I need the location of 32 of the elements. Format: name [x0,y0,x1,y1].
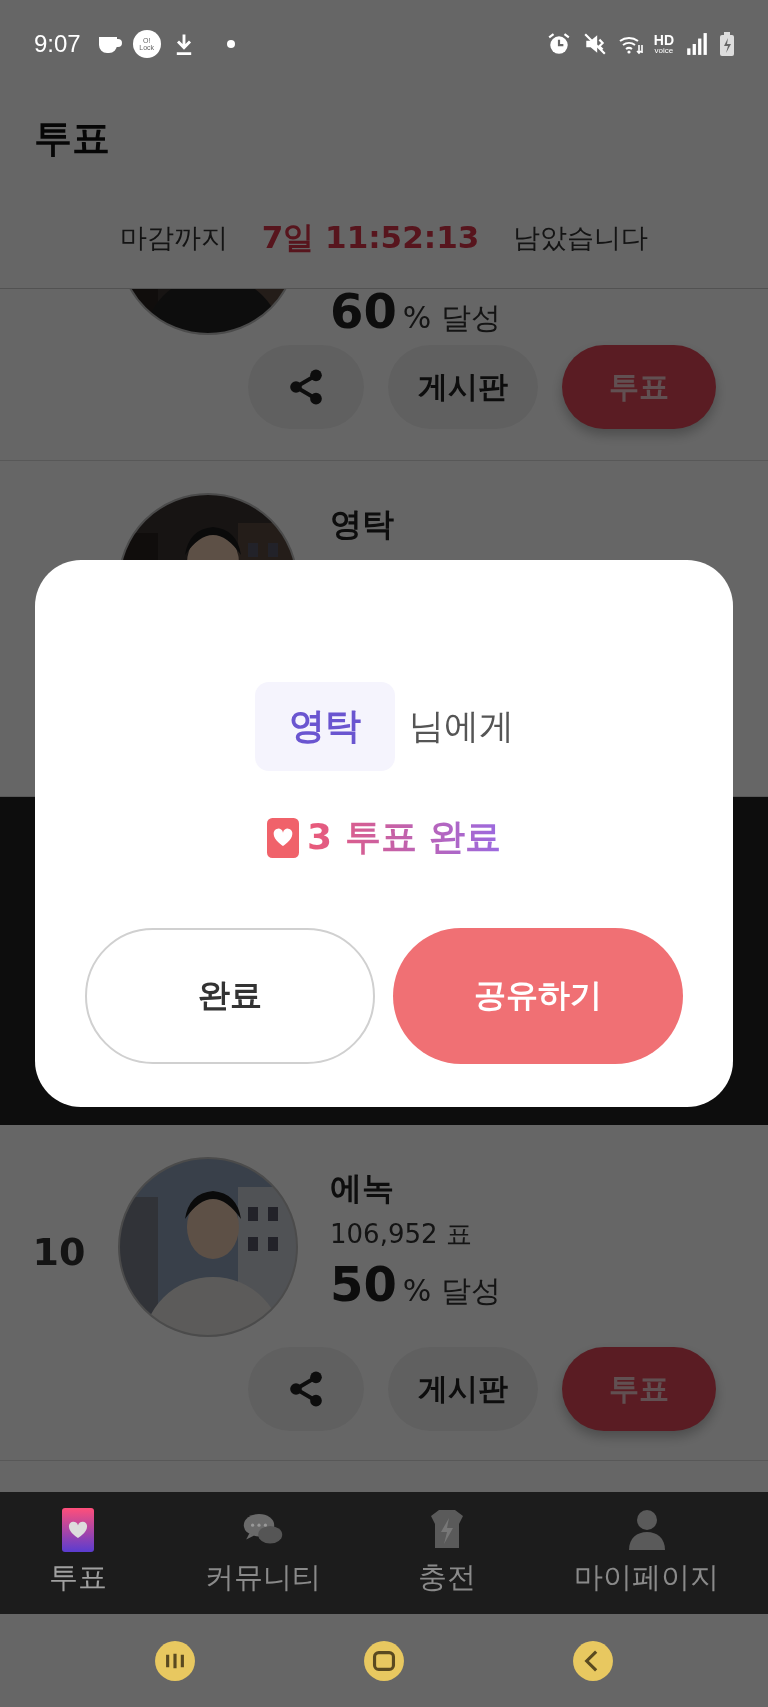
battery-charging-icon [720,32,734,56]
heart-card-icon [266,817,299,858]
share-button[interactable]: 공유하기 [393,928,683,1064]
board-button[interactable]: 게시판 [388,345,538,429]
recipient-suffix: 님에게 [408,705,514,748]
countdown-label: 남았습니다 [513,221,649,255]
nav-tab[interactable]: 투표 [40,1508,115,1598]
countdown-label: 마감까지 [119,221,228,255]
achievement-label: % 달성 [402,299,501,337]
notification-dot-icon [226,40,235,48]
achievement-percent: 50 [330,1256,397,1312]
candidate-name: 영탁 [330,504,395,545]
board-button[interactable]: 게시판 [388,1347,538,1431]
person-icon [626,1508,667,1552]
rank-number: 10 [32,1230,86,1274]
recipient-name: 영탁 [254,682,395,771]
hd-voice-indicator: HD voice [653,33,674,55]
done-button[interactable]: 완료 [85,928,375,1064]
countdown-time: 7일 11:52:13 [261,218,480,257]
nav-tab[interactable]: 충전 [410,1508,485,1598]
back-icon[interactable] [572,1639,615,1682]
candidate-name: 에녹 [330,1168,395,1209]
nav-tab[interactable]: 커뮤니티 [196,1508,329,1598]
recent-apps-icon[interactable] [153,1639,196,1682]
nav-tab[interactable]: 마이페이지 [566,1508,728,1598]
signal-icon [684,32,710,56]
vote-count: 106,952 표 [330,1218,473,1251]
page-title: 투표 [34,114,110,162]
achievement-label: % 달성 [402,1272,501,1310]
status-time: 9:07 [34,30,81,58]
home-icon[interactable] [363,1639,405,1682]
achievement-percent: 60 [330,289,397,335]
